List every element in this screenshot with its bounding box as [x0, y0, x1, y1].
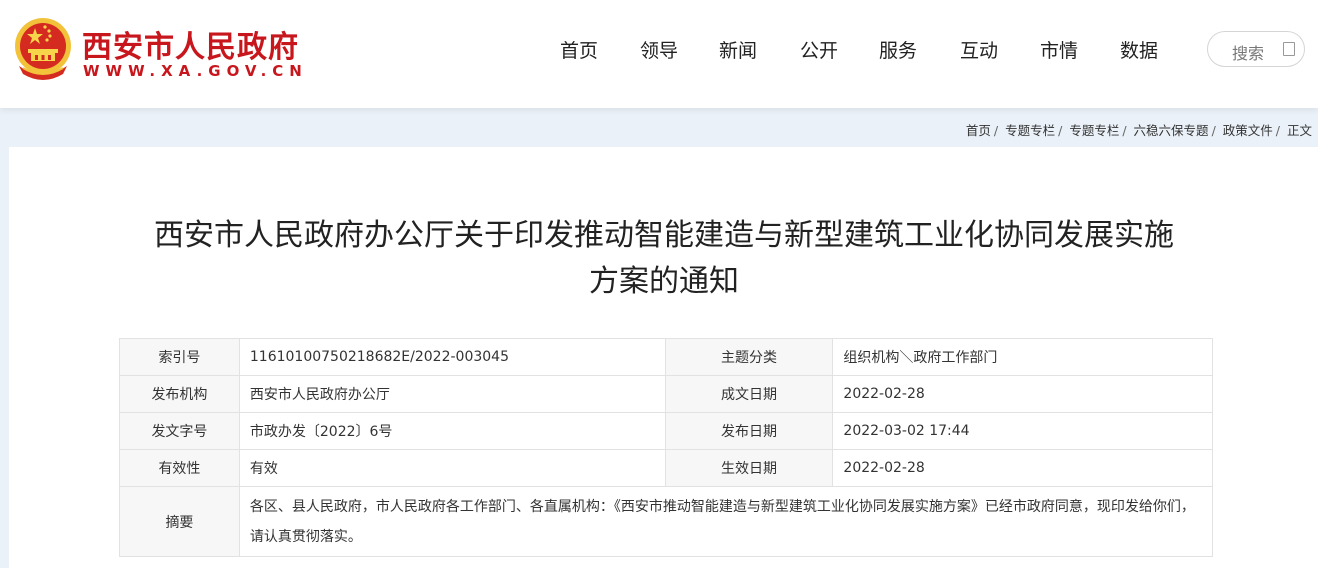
table-row: 有效性 有效 生效日期 2022-02-28: [119, 449, 1213, 487]
created-date-label: 成文日期: [664, 375, 834, 413]
summary-value: 各区、县人民政府，市人民政府各工作部门、各直属机构：《西安市推动智能建造与新型建…: [238, 486, 1214, 557]
published-date-label: 发布日期: [664, 412, 834, 450]
nav-item-home[interactable]: 首页: [560, 36, 598, 63]
table-row: 发布机构 西安市人民政府办公厅 成文日期 2022-02-28: [119, 375, 1213, 413]
issuer-value: 西安市人民政府办公厅: [238, 375, 666, 413]
breadcrumb-policy-docs[interactable]: 政策文件: [1223, 123, 1273, 138]
topic-label: 主题分类: [664, 338, 834, 376]
nav-item-interaction[interactable]: 互动: [960, 36, 998, 63]
nav-item-services[interactable]: 服务: [879, 36, 917, 63]
breadcrumb-separator: /: [1211, 123, 1216, 138]
breadcrumb-separator: /: [993, 123, 999, 138]
nav-item-leaders[interactable]: 领导: [640, 36, 678, 63]
breadcrumb-separator: /: [1058, 123, 1063, 138]
doc-no-label: 发文字号: [119, 412, 240, 450]
published-date-value: 2022-03-02 17:44: [832, 412, 1213, 450]
breadcrumb: 首页 / 专题专栏 / 专题专栏 / 六稳六保专题 / 政策文件 / 正文: [966, 120, 1312, 139]
main-content: 西安市人民政府办公厅关于印发推动智能建造与新型建筑工业化协同发展实施 方案的通知…: [9, 147, 1318, 568]
table-row: 摘要 各区、县人民政府，市人民政府各工作部门、各直属机构：《西安市推动智能建造与…: [119, 486, 1214, 557]
search-box[interactable]: 搜索: [1207, 31, 1305, 67]
breadcrumb-separator: /: [1122, 123, 1127, 138]
nav-item-public[interactable]: 公开: [800, 36, 838, 63]
document-title-line-2: 方案的通知: [589, 264, 739, 299]
search-icon[interactable]: [1283, 42, 1295, 56]
effective-date-label: 生效日期: [664, 449, 834, 487]
breadcrumb-topics[interactable]: 专题专栏: [1005, 123, 1055, 138]
doc-no-value: 市政办发〔2022〕6号: [238, 412, 666, 450]
site-name[interactable]: 西安市人民政府: [82, 22, 299, 66]
breadcrumb-six-stability[interactable]: 六稳六保专题: [1134, 123, 1209, 138]
nav-item-data[interactable]: 数据: [1120, 36, 1158, 63]
breadcrumb-current: 正文: [1286, 123, 1312, 138]
site-url[interactable]: WWW.XA.GOV.CN: [83, 62, 308, 80]
search-input[interactable]: 搜索: [1232, 40, 1264, 64]
document-title: 西安市人民政府办公厅关于印发推动智能建造与新型建筑工业化协同发展实施 方案的通知: [114, 213, 1214, 305]
national-emblem-icon[interactable]: [13, 16, 73, 82]
nav-item-city-info[interactable]: 市情: [1040, 36, 1078, 63]
effective-date-value: 2022-02-28: [832, 449, 1213, 487]
nav-item-news[interactable]: 新闻: [719, 36, 757, 63]
table-row: 发文字号 市政办发〔2022〕6号 发布日期 2022-03-02 17:44: [119, 412, 1213, 450]
issuer-label: 发布机构: [119, 375, 240, 413]
topic-value: 组织机构＼政府工作部门: [832, 338, 1213, 376]
validity-value: 有效: [238, 449, 666, 487]
document-title-line-1: 西安市人民政府办公厅关于印发推动智能建造与新型建筑工业化协同发展实施: [154, 218, 1174, 253]
summary-label: 摘要: [119, 486, 240, 557]
breadcrumb-home[interactable]: 首页: [966, 123, 991, 138]
document-info-table: 索引号 11610100750218682E/2022-003045 主题分类 …: [119, 338, 1214, 557]
index-no-label: 索引号: [119, 338, 240, 376]
table-row: 索引号 11610100750218682E/2022-003045 主题分类 …: [119, 338, 1213, 376]
index-no-value: 11610100750218682E/2022-003045: [238, 338, 666, 376]
breadcrumb-topics-sub[interactable]: 专题专栏: [1069, 123, 1119, 138]
validity-label: 有效性: [119, 449, 240, 487]
breadcrumb-separator: /: [1275, 123, 1280, 138]
site-header: 西安市人民政府 WWW.XA.GOV.CN 首页 领导 新闻 公开 服务 互动 …: [0, 0, 1318, 108]
created-date-value: 2022-02-28: [832, 375, 1213, 413]
